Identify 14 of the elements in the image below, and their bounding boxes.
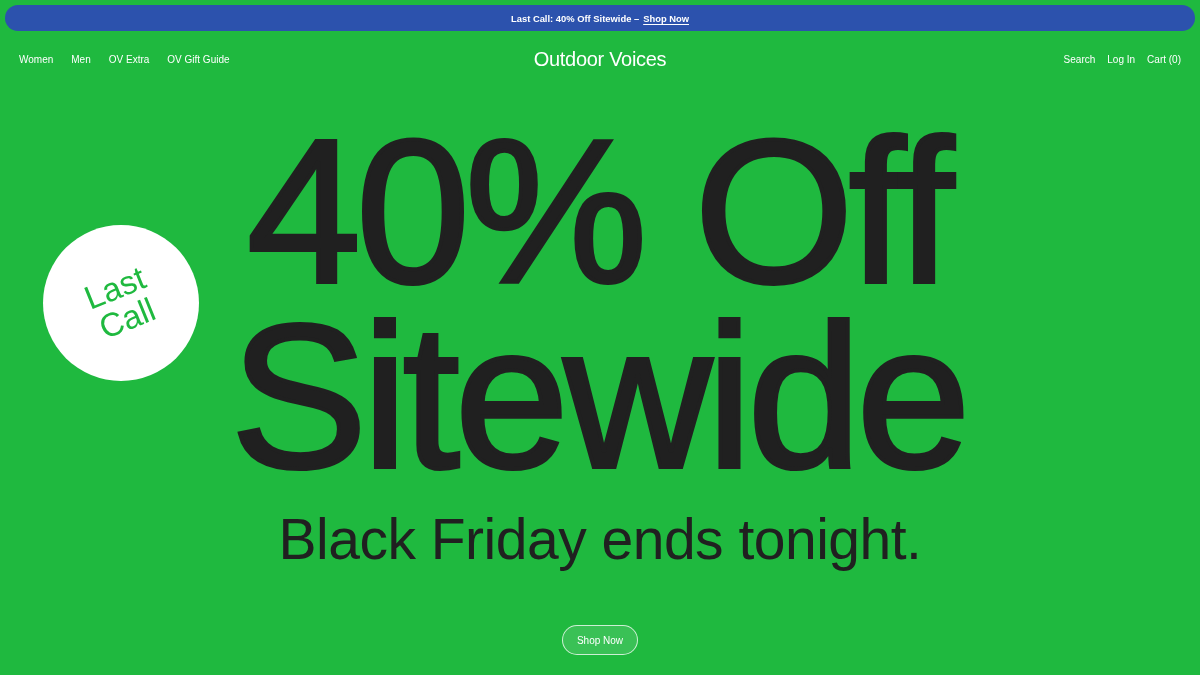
brand-logo[interactable]: Outdoor Voices (533, 47, 667, 71)
shop-now-link[interactable]: Shop Now (643, 12, 689, 24)
nav-link[interactable]: Women (19, 53, 54, 65)
shop-now-button[interactable]: Shop Now (561, 625, 639, 655)
nav-link[interactable]: OV Gift Guide (167, 53, 230, 65)
utility-link[interactable]: Cart (0) (1147, 53, 1181, 65)
nav-link[interactable]: Men (71, 53, 91, 65)
hero-subheadline: Black Friday ends tonight. (277, 506, 923, 573)
sticker-text: Last Call (77, 257, 162, 349)
nav-link[interactable]: OV Extra (108, 53, 150, 65)
utility-link[interactable]: Log In (1107, 53, 1136, 65)
hero-headline: Sitewide (229, 303, 967, 488)
utility-link[interactable]: Search (1063, 53, 1096, 65)
announcement-text: Last Call: 40% Off Sitewide – (511, 12, 640, 24)
